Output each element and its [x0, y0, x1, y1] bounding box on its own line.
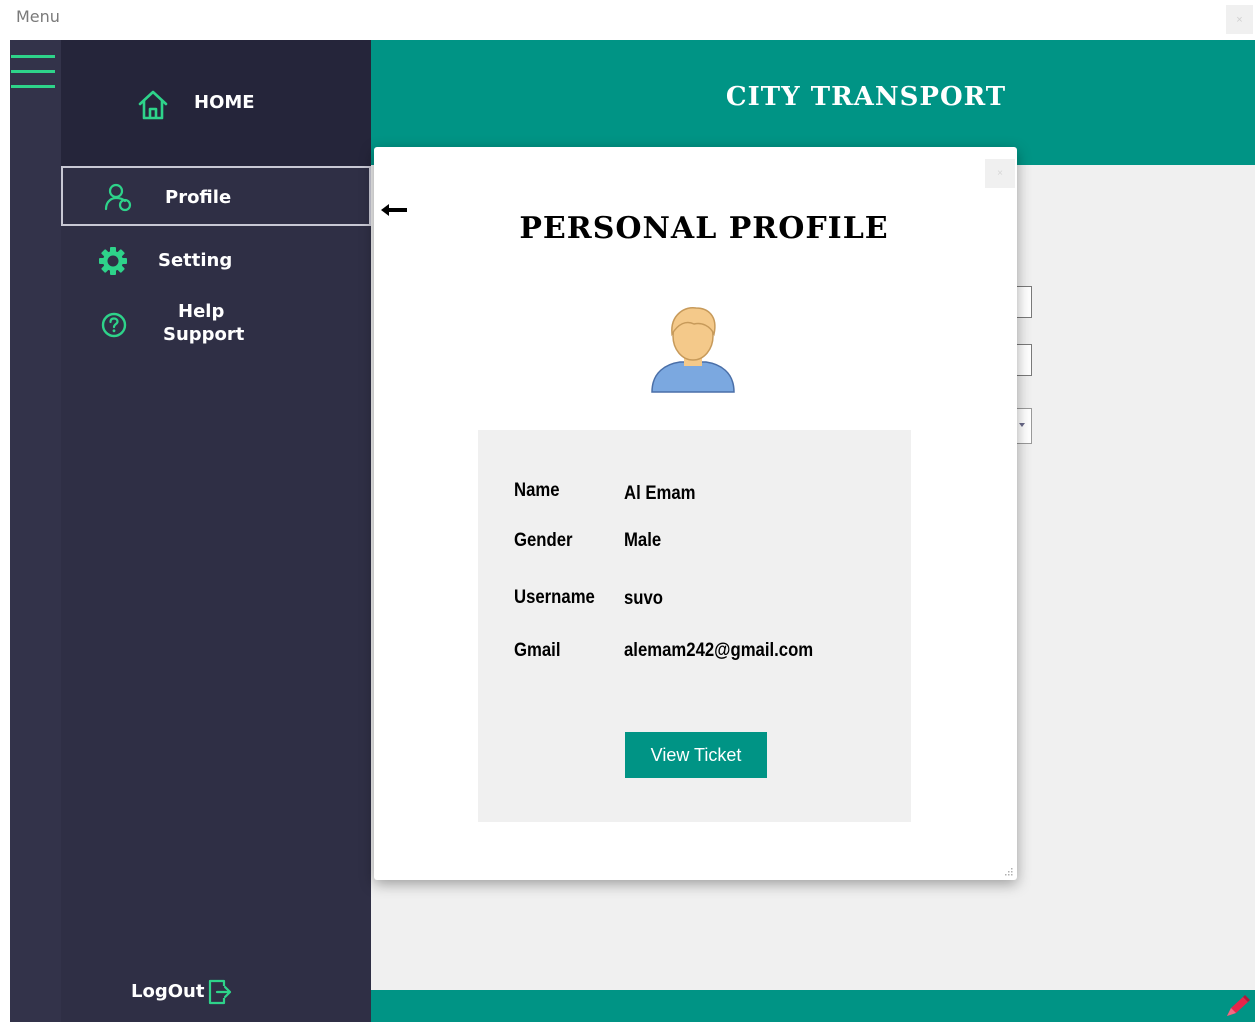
avatar-icon [651, 306, 735, 393]
home-icon [138, 90, 168, 120]
sidebar-item-label-line1: Help [178, 301, 225, 322]
sidebar-home[interactable]: HOME [61, 40, 371, 167]
logout-label: LogOut [131, 981, 205, 1002]
app-title: CITY TRANSPORT [725, 82, 1007, 112]
sidebar-item-help-support[interactable]: Help Support [61, 296, 371, 366]
resize-grip-icon[interactable] [1004, 867, 1014, 877]
sidebar-item-profile[interactable]: Profile [61, 166, 371, 226]
menu-rail [10, 40, 61, 1022]
pencil-icon [1227, 995, 1250, 1016]
sidebar-item-label-line2: Support [163, 324, 245, 345]
title-bar: Menu × [0, 0, 1255, 40]
close-icon: × [1236, 13, 1243, 26]
profile-dialog: × PERSONAL PROFILE Name Al Emam Gender M… [374, 147, 1017, 880]
gear-icon [99, 247, 127, 275]
name-value: Al Emam [624, 483, 696, 504]
dialog-title: PERSONAL PROFILE [519, 211, 889, 246]
sidebar-item-label: Profile [165, 187, 232, 208]
home-label: HOME [194, 92, 255, 113]
dialog-close-button[interactable]: × [985, 159, 1015, 188]
app-window: HOME Profile Setting Help Support LogOut… [10, 40, 1255, 1022]
name-label: Name [514, 480, 560, 501]
profile-info-panel: Name Al Emam Gender Male Username suvo G… [478, 430, 911, 822]
sidebar: HOME Profile Setting Help Support LogOut [61, 40, 371, 1022]
logout-button[interactable]: LogOut [131, 978, 251, 1008]
sidebar-item-setting[interactable]: Setting [61, 230, 371, 290]
app-footer [371, 990, 1255, 1022]
sidebar-item-label: Setting [158, 250, 233, 271]
help-icon [101, 312, 127, 338]
close-icon: × [997, 168, 1003, 179]
chevron-down-icon [1019, 423, 1025, 427]
logout-icon [208, 979, 232, 1005]
hamburger-menu-icon[interactable] [11, 55, 55, 89]
profile-icon [104, 183, 132, 212]
view-ticket-button[interactable]: View Ticket [625, 732, 767, 778]
gmail-value: alemam242@gmail.com [624, 640, 814, 661]
window-title: Menu [16, 7, 60, 26]
gender-label: Gender [514, 530, 573, 551]
gmail-label: Gmail [514, 640, 561, 661]
window-close-button[interactable]: × [1226, 5, 1253, 34]
username-label: Username [514, 587, 595, 608]
gender-value: Male [624, 530, 662, 551]
username-value: suvo [624, 588, 664, 609]
